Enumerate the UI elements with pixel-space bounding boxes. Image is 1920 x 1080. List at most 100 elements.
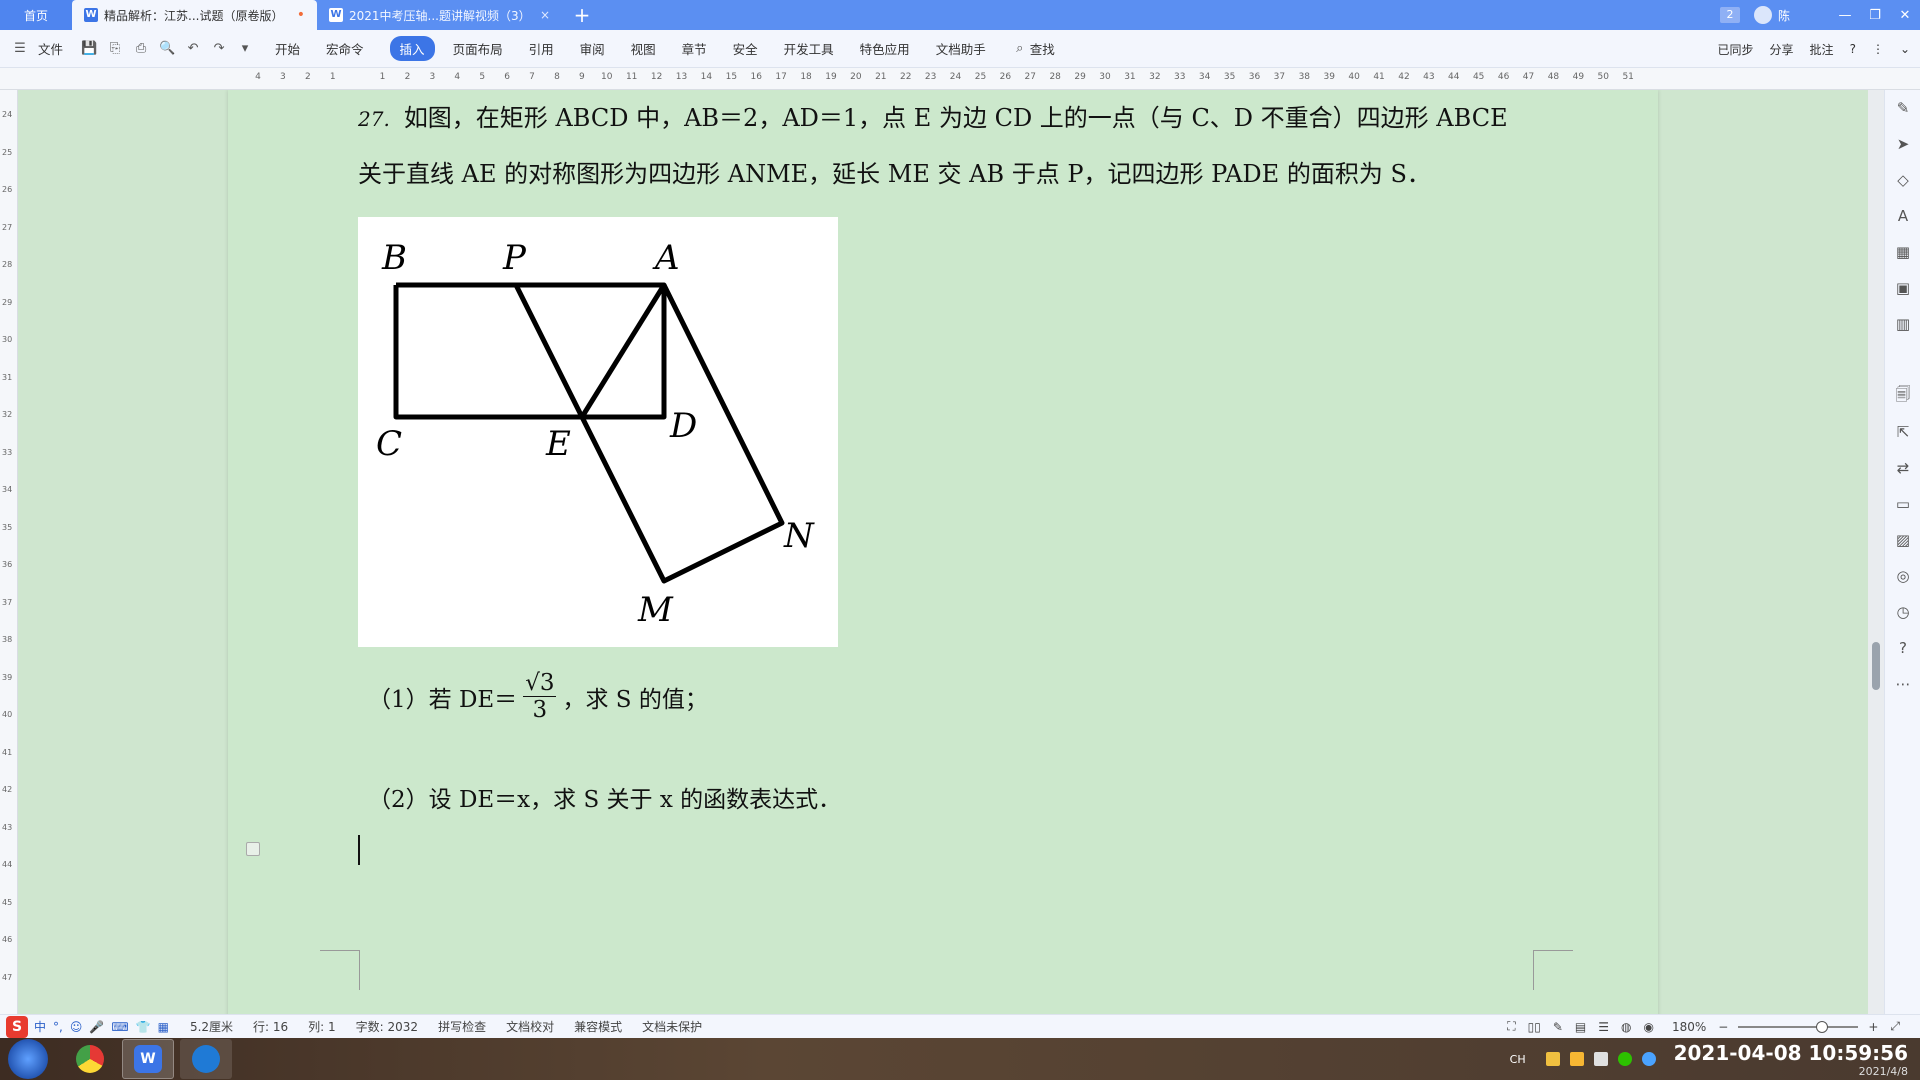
export-icon[interactable]: ⇱ xyxy=(1885,414,1920,450)
avatar[interactable] xyxy=(1753,6,1772,24)
image-icon[interactable]: ▨ xyxy=(1885,522,1920,558)
select-cursor-icon[interactable]: ➤ xyxy=(1885,126,1920,162)
zoom-in-button[interactable]: + xyxy=(1868,1020,1878,1034)
hamburger-icon[interactable]: ☰ xyxy=(12,41,28,57)
document-page[interactable]: 27. 如图，在矩形 ABCD 中，AB＝2，AD＝1，点 E 为边 CD 上的一… xyxy=(228,90,1658,1020)
taskbar-browser[interactable] xyxy=(180,1039,232,1079)
write-mode-icon[interactable]: ✎ xyxy=(1553,1020,1563,1034)
apps-icon[interactable]: ▣ xyxy=(1885,270,1920,306)
redo-icon[interactable]: ↷ xyxy=(211,41,227,57)
vertical-ruler[interactable]: 24 25 26 27 28 29 30 31 32 33 34 35 36 37 38 39 40 41 42 43… xyxy=(0,90,18,1020)
new-tab-button[interactable]: + xyxy=(562,0,602,30)
language-indicator[interactable]: CH xyxy=(1510,1053,1526,1066)
search-button[interactable]: 查找 xyxy=(1030,39,1055,58)
doc-protect-button[interactable]: 文档未保护 xyxy=(642,1018,702,1035)
menu-file[interactable]: 文件 xyxy=(38,39,63,58)
clock[interactable]: 2021-04-08 10:59:56 2021/4/8 xyxy=(1674,1041,1908,1078)
tab-document-inactive[interactable]: W 2021中考压轴...题讲解视频（3） × xyxy=(317,0,562,30)
menu-dev-tools[interactable]: 开发工具 xyxy=(784,39,834,58)
web-view-icon[interactable]: ◍ xyxy=(1621,1020,1631,1034)
backup-icon[interactable]: ▭ xyxy=(1885,486,1920,522)
minimize-button[interactable]: — xyxy=(1830,8,1860,23)
zoom-level[interactable]: 180% xyxy=(1672,1020,1706,1034)
read-mode-icon[interactable]: ▯▯ xyxy=(1528,1020,1541,1034)
ime-keyboard-icon[interactable]: ⌨ xyxy=(111,1020,128,1034)
spell-check-button[interactable]: 拼写检查 xyxy=(438,1018,486,1035)
vertical-scrollbar[interactable] xyxy=(1868,90,1884,1020)
more-icon[interactable]: ⋮ xyxy=(1872,42,1884,56)
help-circle-icon[interactable]: ? xyxy=(1885,630,1920,666)
tray-icon-2[interactable] xyxy=(1569,1052,1584,1066)
scrollbar-thumb[interactable] xyxy=(1872,642,1880,690)
pen-icon[interactable]: ✎ xyxy=(1885,90,1920,126)
sync-status[interactable]: 已同步 xyxy=(1718,41,1754,58)
fullscreen-icon[interactable]: ⛶ xyxy=(1507,1019,1515,1034)
tab-close-icon[interactable]: × xyxy=(540,8,550,22)
more-dots-icon[interactable]: ⋯ xyxy=(1885,666,1920,702)
taskbar-chrome[interactable] xyxy=(64,1039,116,1079)
translate-icon[interactable]: ⇄ xyxy=(1885,450,1920,486)
customize-dropdown-icon[interactable]: ▾ xyxy=(237,41,253,57)
menu-insert[interactable]: 插入 xyxy=(389,36,435,61)
menu-review[interactable]: 审阅 xyxy=(580,39,605,58)
style-icon[interactable]: A xyxy=(1885,198,1920,234)
ime-toolbox-icon[interactable]: ▦ xyxy=(158,1020,169,1034)
undo-icon[interactable]: ↶ xyxy=(185,41,201,57)
eye-protect-icon[interactable]: ◉ xyxy=(1643,1020,1653,1034)
paragraph-handle-icon[interactable] xyxy=(246,842,260,856)
ime-mode[interactable]: 中 xyxy=(34,1018,46,1035)
close-button[interactable]: ✕ xyxy=(1890,8,1920,23)
save-icon[interactable]: 💾 xyxy=(81,41,97,57)
ime-skin-icon[interactable]: 👕 xyxy=(136,1020,151,1034)
menu-macro[interactable]: 宏命令 xyxy=(326,39,364,58)
ime-voice-icon[interactable]: 🎤 xyxy=(89,1020,104,1034)
start-button[interactable] xyxy=(8,1039,48,1079)
menu-special-apps[interactable]: 特色应用 xyxy=(860,39,910,58)
collapse-ribbon-icon[interactable]: ⌄ xyxy=(1900,42,1910,56)
restore-button[interactable]: ❐ xyxy=(1860,8,1890,23)
menu-start[interactable]: 开始 xyxy=(275,39,300,58)
network-icon[interactable] xyxy=(1641,1052,1656,1066)
doc-check-button[interactable]: 文档校对 xyxy=(506,1018,554,1035)
horizontal-ruler[interactable]: 4 3 2 1 1 2 3 4 5 6 7 8 9 10 11 12 13 14 15 16 17 18 19 20 21 22 2… xyxy=(0,68,1920,90)
tab-home[interactable]: 首页 xyxy=(0,0,72,30)
fit-window-icon[interactable]: ⤢ xyxy=(1890,1019,1900,1034)
wechat-icon[interactable] xyxy=(1617,1052,1632,1066)
help-icon[interactable]: ? xyxy=(1850,42,1856,56)
zoom-out-button[interactable]: − xyxy=(1718,1020,1728,1034)
menu-references[interactable]: 引用 xyxy=(529,39,554,58)
menu-security[interactable]: 安全 xyxy=(733,39,758,58)
sogou-ime-logo-icon[interactable]: S xyxy=(6,1015,28,1038)
format-painter-icon[interactable]: ⎘ xyxy=(107,41,123,57)
menu-page-layout[interactable]: 页面布局 xyxy=(453,39,503,58)
history-icon[interactable]: ◷ xyxy=(1885,594,1920,630)
zoom-slider[interactable] xyxy=(1738,1020,1859,1033)
page-view-icon[interactable]: ▤ xyxy=(1575,1020,1586,1034)
share-button[interactable]: 分享 xyxy=(1770,41,1794,58)
zoom-slider-knob[interactable] xyxy=(1816,1020,1829,1033)
print-preview-icon[interactable]: 🔍 xyxy=(159,41,175,57)
taskbar-wps[interactable]: W xyxy=(122,1039,174,1079)
blank-icon[interactable] xyxy=(1885,342,1920,378)
ime-emoji-icon[interactable]: ☺ xyxy=(70,1020,83,1034)
menu-chapter[interactable]: 章节 xyxy=(682,39,707,58)
menu-view[interactable]: 视图 xyxy=(631,39,656,58)
user-name[interactable]: 陈 xyxy=(1778,7,1790,24)
compat-mode[interactable]: 兼容模式 xyxy=(574,1018,622,1035)
outline-view-icon[interactable]: ☰ xyxy=(1598,1020,1609,1034)
menu-doc-assistant[interactable]: 文档助手 xyxy=(936,39,986,58)
search-icon[interactable]: ⌕ xyxy=(1012,41,1028,57)
tab-document-active[interactable]: W 精品解析：江苏...试题（原卷版） • xyxy=(72,0,317,30)
ime-punct-icon[interactable]: °, xyxy=(53,1020,63,1034)
print-icon[interactable]: ⎙ xyxy=(133,41,149,57)
comment-button[interactable]: 批注 xyxy=(1810,41,1834,58)
chart-icon[interactable]: ▥ xyxy=(1885,306,1920,342)
navigate-icon[interactable]: ◎ xyxy=(1885,558,1920,594)
window-count-badge[interactable]: 2 xyxy=(1719,7,1740,23)
tray-icon-1[interactable] xyxy=(1545,1052,1560,1066)
tray-icon-3[interactable] xyxy=(1593,1052,1608,1066)
shapes-icon[interactable]: ◇ xyxy=(1885,162,1920,198)
word-count[interactable]: 字数: 2032 xyxy=(356,1018,418,1035)
document-icon[interactable]: 🗐 xyxy=(1885,378,1920,414)
table-icon[interactable]: ▦ xyxy=(1885,234,1920,270)
